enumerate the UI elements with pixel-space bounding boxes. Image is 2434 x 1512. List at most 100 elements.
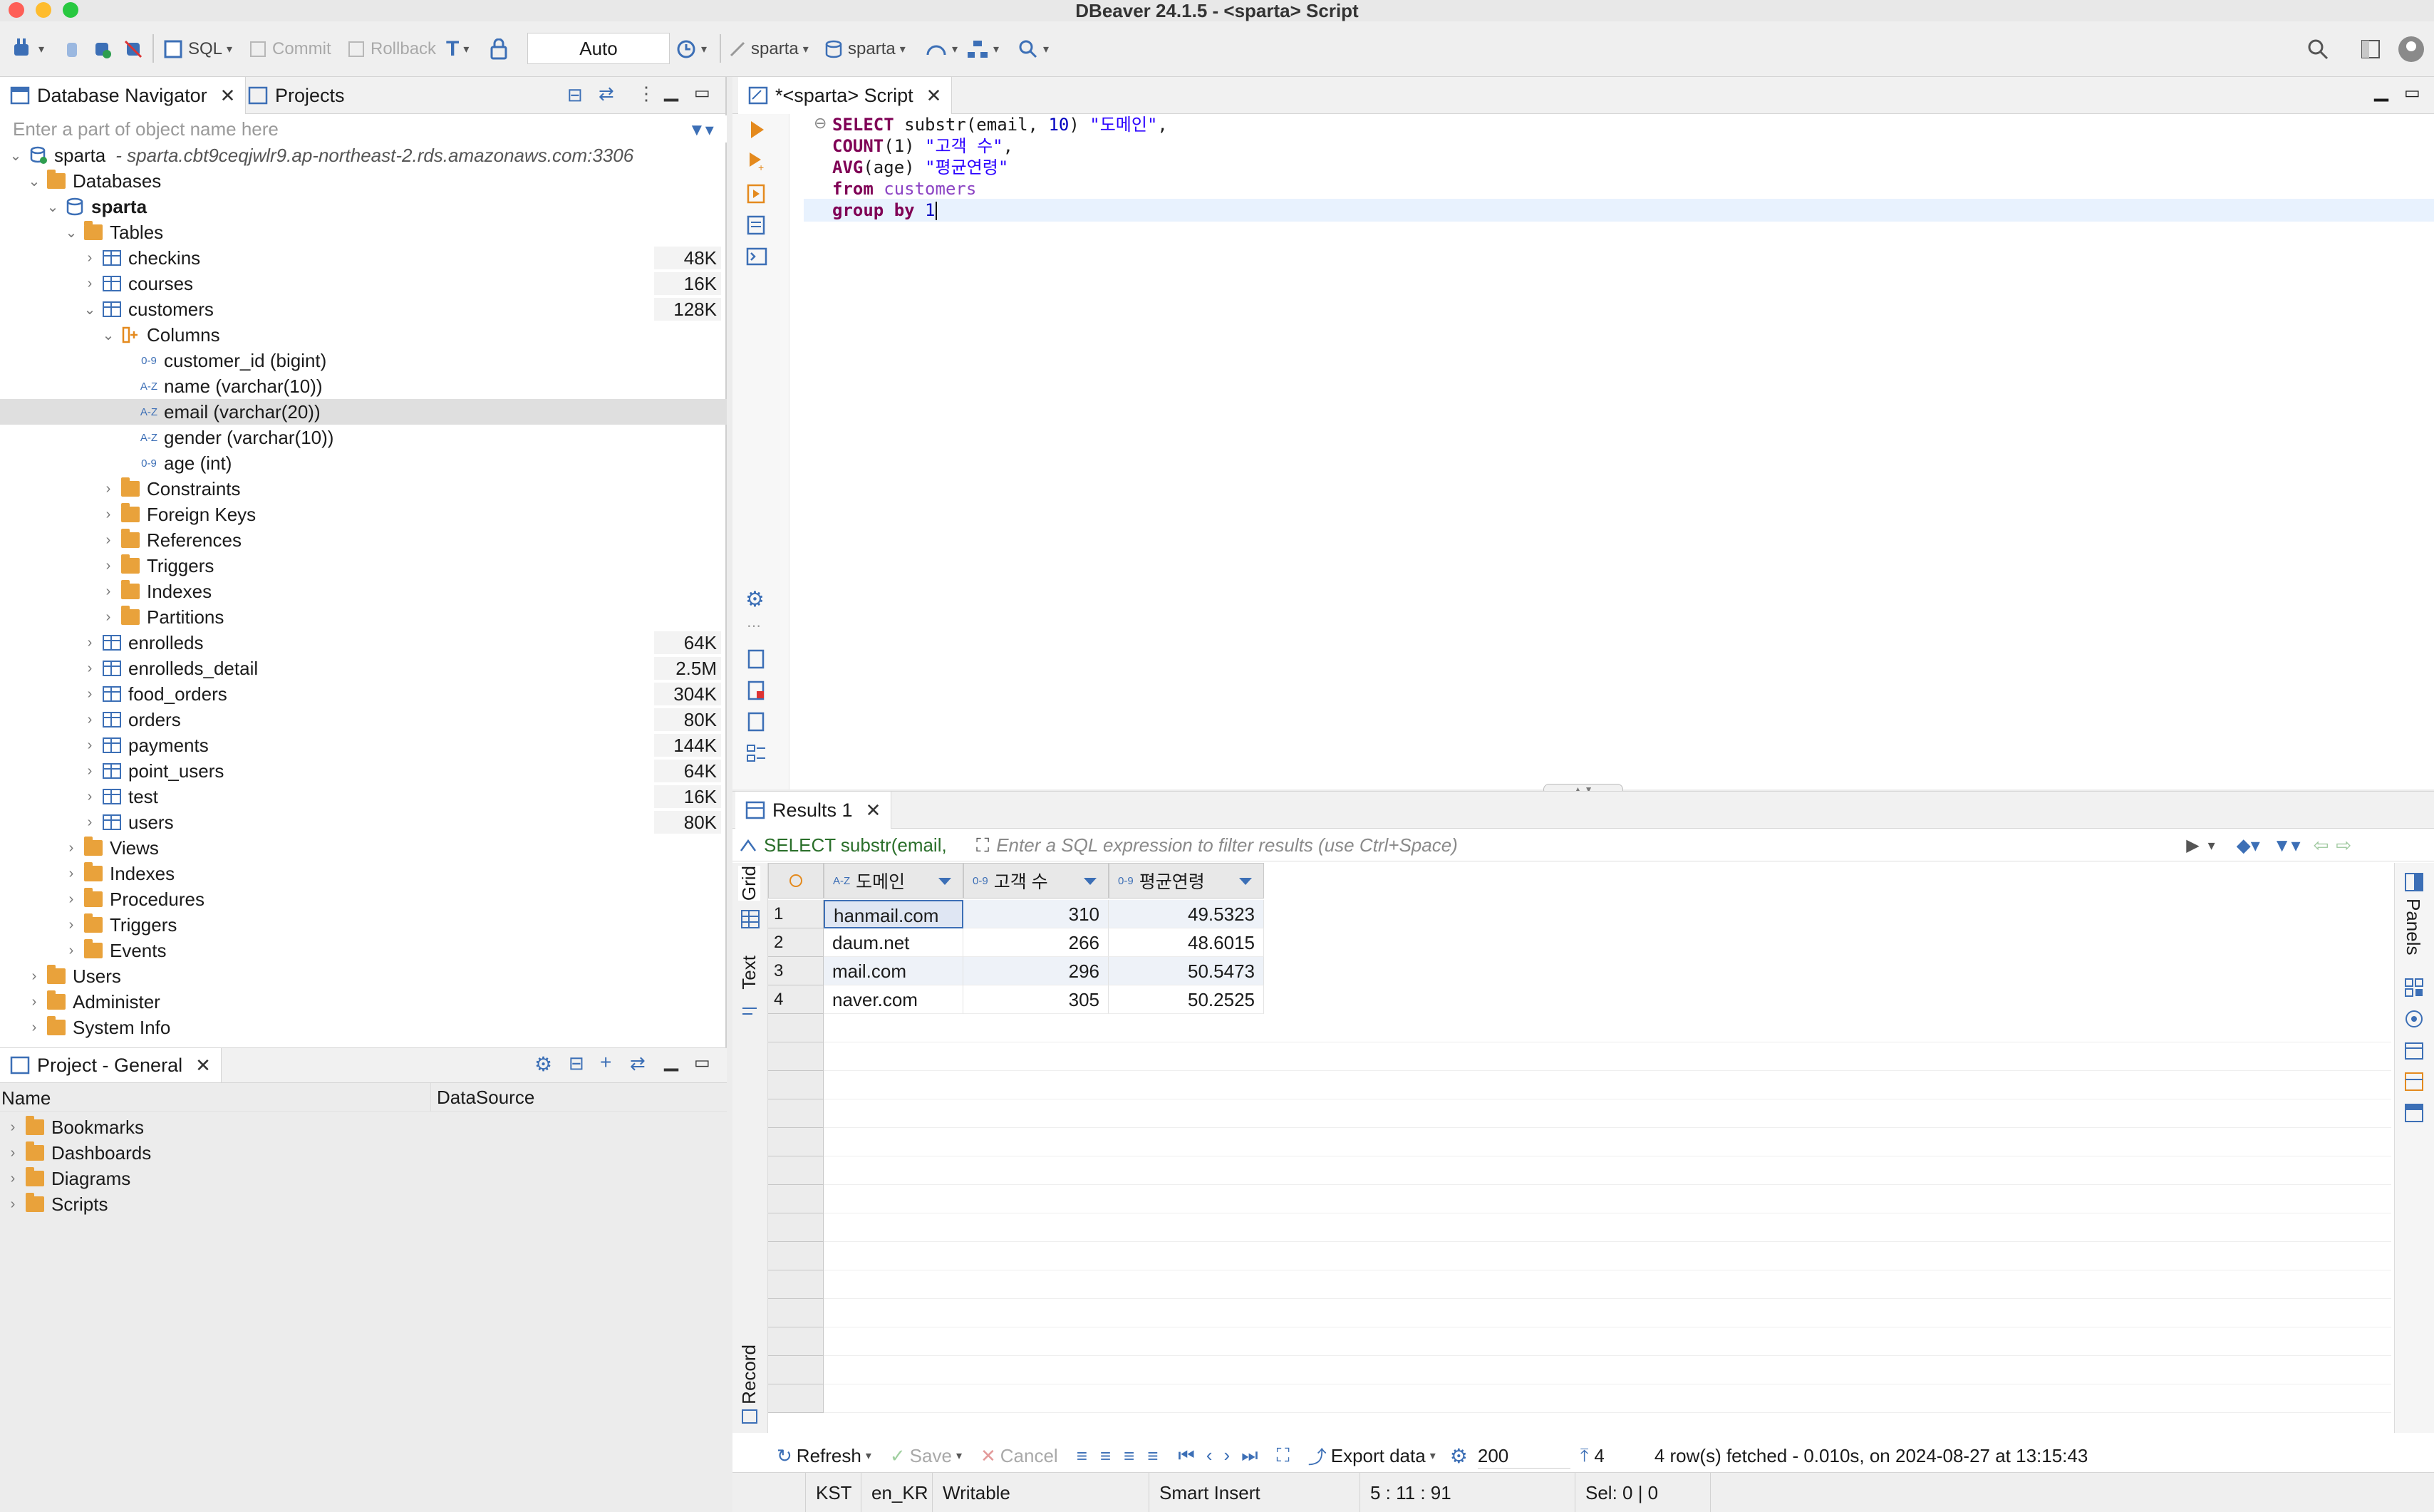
row-number[interactable]	[768, 1099, 824, 1128]
minimize-icon[interactable]: ▁	[2374, 80, 2388, 102]
terminal-icon[interactable]	[745, 245, 768, 268]
execute-script-icon[interactable]	[745, 182, 768, 205]
more-icon[interactable]: ⋯	[747, 617, 761, 635]
group-by-icon[interactable]	[2403, 977, 2425, 998]
row-number[interactable]: 4	[768, 985, 824, 1014]
fetch-size-input[interactable]: 200	[1477, 1443, 1570, 1469]
cell-domain[interactable]: hanmail.com	[824, 900, 963, 928]
refresh-button[interactable]: ↻ Refresh ▾	[777, 1445, 871, 1467]
settings-gear-icon[interactable]: ⚙	[745, 587, 765, 612]
cell-domain[interactable]: naver.com	[824, 985, 963, 1014]
tree-table-checkins[interactable]: › checkins 48K	[0, 245, 727, 271]
tree-system-info[interactable]: › System Info	[0, 1015, 727, 1040]
page-navigation-icons[interactable]: ⏮‹›⏭	[1178, 1444, 1269, 1467]
execute-in-new-tab-icon[interactable]: +	[745, 150, 768, 172]
cell-avg[interactable]: 49.5323	[1109, 900, 1264, 928]
sort-dropdown-icon[interactable]	[1239, 878, 1252, 885]
tree-schema-indexes[interactable]: › Indexes	[0, 861, 727, 886]
code-line[interactable]: from customers	[832, 178, 976, 200]
row-count-icon[interactable]: ⤒	[1580, 1444, 1589, 1467]
row-number[interactable]	[768, 1071, 824, 1099]
tree-customers-constraints[interactable]: › Constraints	[0, 476, 727, 502]
sql-editor-button[interactable]: SQL ▾	[162, 21, 232, 77]
tree-table-courses[interactable]: › courses 16K	[0, 271, 727, 296]
tree-tables[interactable]: ⌄ Tables	[0, 219, 727, 245]
row-number[interactable]	[768, 1327, 824, 1356]
code-line[interactable]: group by 1	[832, 200, 937, 221]
collapsed-chevron-icon[interactable]: ›	[61, 917, 81, 933]
tree-customers-foreign-keys[interactable]: › Foreign Keys	[0, 502, 727, 527]
close-tab-icon[interactable]: ✕	[220, 85, 236, 107]
code-line[interactable]: COUNT(1) "고객 수",	[832, 135, 1013, 157]
row-number-header[interactable]	[768, 863, 824, 899]
tree-users[interactable]: › Users	[0, 963, 727, 989]
maximize-icon[interactable]: ▭	[694, 83, 710, 103]
filter-icon[interactable]: ▼▾	[688, 120, 714, 140]
cell-avg[interactable]: 48.6015	[1109, 928, 1264, 957]
tree-administer[interactable]: › Administer	[0, 989, 727, 1015]
file-error-icon[interactable]	[745, 680, 767, 701]
collapsed-chevron-icon[interactable]: ›	[3, 1196, 23, 1213]
column-header-2[interactable]: 0-9 평균연령	[1109, 863, 1264, 899]
export-data-button[interactable]: ⤴ Export data ▾	[1308, 1443, 1436, 1469]
row-number[interactable]	[768, 1270, 824, 1299]
collapsed-chevron-icon[interactable]: ›	[61, 891, 81, 908]
maximize-icon[interactable]: ▭	[2404, 83, 2420, 103]
tree-table-orders[interactable]: › orders 80K	[0, 707, 727, 732]
row-number[interactable]	[768, 1185, 824, 1213]
commit-button[interactable]: Commit	[248, 21, 331, 77]
row-number[interactable]: 3	[768, 957, 824, 985]
column-header-0[interactable]: A-Z 도메인	[824, 863, 963, 899]
result-filter-input[interactable]: Enter a SQL expression to filter results…	[996, 834, 2186, 856]
collapsed-chevron-icon[interactable]: ›	[80, 712, 100, 728]
calc-icon[interactable]	[2403, 1071, 2425, 1092]
connect-button[interactable]	[61, 21, 83, 77]
tab-record[interactable]: Record	[738, 1345, 760, 1404]
collapsed-chevron-icon[interactable]: ›	[80, 635, 100, 651]
collapsed-chevron-icon[interactable]: ›	[3, 1145, 23, 1161]
collapsed-chevron-icon[interactable]: ›	[80, 789, 100, 805]
rollback-button[interactable]: Rollback	[346, 21, 436, 77]
tree-column-1[interactable]: A-Z name (varchar(10))	[0, 373, 727, 399]
tree-table-users[interactable]: › users 80K	[0, 809, 727, 835]
file-icon[interactable]	[745, 648, 767, 670]
project-item-scripts[interactable]: › Scripts	[0, 1191, 727, 1217]
new-connection-button[interactable]: ▾	[10, 21, 44, 77]
collapsed-chevron-icon[interactable]: ›	[3, 1171, 23, 1187]
cell-avg[interactable]: 50.5473	[1109, 957, 1264, 985]
back-arrow-icon[interactable]: ⇦	[2314, 834, 2329, 856]
tree-databases[interactable]: ⌄ Databases	[0, 168, 727, 194]
perspective-button[interactable]	[2360, 21, 2381, 77]
collapsed-chevron-icon[interactable]: ›	[61, 943, 81, 959]
tab-text[interactable]: Text	[738, 956, 760, 990]
tree-column-2[interactable]: A-Z email (varchar(20))	[0, 399, 727, 425]
cell-avg[interactable]: 50.2525	[1109, 985, 1264, 1014]
close-tab-icon[interactable]: ✕	[195, 1055, 211, 1077]
dashboard-button[interactable]: ▾	[925, 21, 958, 77]
code-line[interactable]: SELECT substr(email, 10) "도메인",	[832, 114, 1168, 135]
eraser-icon[interactable]: ◆▾	[2237, 834, 2260, 856]
disconnect-button[interactable]	[123, 21, 144, 77]
column-datasource[interactable]: DataSource	[430, 1083, 534, 1112]
fit-icon[interactable]: ⛶	[1277, 1444, 1290, 1467]
cell-domain[interactable]: mail.com	[824, 957, 963, 985]
collapse-all-icon[interactable]: ⊟	[567, 84, 583, 106]
active-datasource-selector[interactable]: sparta ▾	[728, 21, 809, 77]
sort-dropdown-icon[interactable]	[938, 878, 951, 885]
project-item-diagrams[interactable]: › Diagrams	[0, 1166, 727, 1191]
collapsed-chevron-icon[interactable]: ›	[3, 1119, 23, 1136]
tree-schema-procedures[interactable]: › Procedures	[0, 886, 727, 912]
row-number[interactable]	[768, 1299, 824, 1327]
expanded-chevron-icon[interactable]: ⌄	[80, 301, 100, 319]
row-number[interactable]	[768, 1213, 824, 1242]
collapsed-chevron-icon[interactable]: ›	[61, 840, 81, 856]
expanded-chevron-icon[interactable]: ⌄	[61, 224, 81, 242]
save-button[interactable]: ✓ Save ▾	[890, 1445, 962, 1467]
collapsed-chevron-icon[interactable]: ›	[80, 250, 100, 266]
network-button[interactable]: ▾	[966, 21, 999, 77]
tree-table-enrolleds[interactable]: › enrolleds 64K	[0, 630, 727, 656]
minimize-icon[interactable]: ▁	[664, 80, 678, 102]
tab-sparta-script[interactable]: *<sparta> Script ✕	[738, 77, 953, 114]
execute-statement-icon[interactable]	[745, 118, 768, 141]
link-icon[interactable]: ⇄	[630, 1052, 646, 1075]
